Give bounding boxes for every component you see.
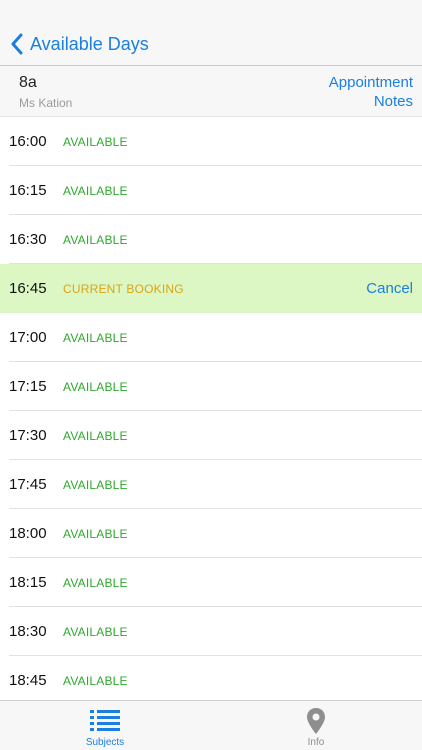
slot-status: CURRENT BOOKING — [63, 281, 184, 296]
list-icon — [90, 707, 120, 735]
slot-time: 18:45 — [9, 672, 47, 689]
time-slot-row[interactable]: 16:45 CURRENT BOOKING Cancel — [0, 264, 422, 313]
time-slot-row[interactable]: 17:45 AVAILABLE — [0, 460, 422, 509]
slot-time: 18:15 — [9, 574, 47, 591]
slot-status: AVAILABLE — [63, 232, 128, 247]
slot-time: 17:45 — [9, 476, 47, 493]
time-slot-row[interactable]: 18:45 AVAILABLE — [0, 656, 422, 700]
appointment-header: 8a Ms Kation Appointment Notes — [0, 66, 422, 117]
appointment-notes-button[interactable]: Appointment Notes — [329, 73, 413, 111]
slot-time: 18:00 — [9, 525, 47, 542]
slot-time: 18:30 — [9, 623, 47, 640]
time-slot-row[interactable]: 16:00 AVAILABLE — [0, 117, 422, 166]
tab-subjects[interactable]: Subjects — [65, 701, 145, 750]
slot-time: 16:00 — [9, 133, 47, 150]
slot-status: AVAILABLE — [63, 624, 128, 639]
appointment-notes-label-line2: Notes — [373, 93, 413, 110]
slot-time: 16:30 — [9, 231, 47, 248]
slot-time: 17:00 — [9, 329, 47, 346]
slot-status: AVAILABLE — [63, 428, 128, 443]
time-slot-row[interactable]: 16:15 AVAILABLE — [0, 166, 422, 215]
time-slot-row[interactable]: 18:00 AVAILABLE — [0, 509, 422, 558]
tab-bar: Subjects Info — [0, 700, 422, 750]
cancel-booking-button[interactable]: Cancel — [366, 280, 413, 297]
chevron-left-icon — [10, 33, 24, 55]
navigation-bar: Available Days — [0, 0, 422, 66]
slot-status: AVAILABLE — [63, 477, 128, 492]
time-slot-list[interactable]: 16:00 AVAILABLE 16:15 AVAILABLE 16:30 AVAILAB… — [0, 117, 422, 700]
slot-time: 17:15 — [9, 378, 47, 395]
class-name: 8a — [19, 74, 37, 91]
time-slot-row[interactable]: 17:30 AVAILABLE — [0, 411, 422, 460]
tab-info-label: Info — [307, 737, 325, 748]
location-pin-icon — [306, 707, 326, 735]
back-button-label: Available Days — [30, 33, 149, 54]
appointment-notes-label-line1: Appointment — [328, 74, 413, 91]
time-slot-row[interactable]: 18:15 AVAILABLE — [0, 558, 422, 607]
teacher-name: Ms Kation — [19, 96, 73, 110]
tab-subjects-label: Subjects — [85, 737, 125, 748]
slot-status: AVAILABLE — [63, 183, 128, 198]
time-slot-row[interactable]: 17:15 AVAILABLE — [0, 362, 422, 411]
slot-status: AVAILABLE — [63, 575, 128, 590]
time-slot-row[interactable]: 17:00 AVAILABLE — [0, 313, 422, 362]
tab-info[interactable]: Info — [276, 701, 356, 750]
time-slot-row[interactable]: 16:30 AVAILABLE — [0, 215, 422, 264]
back-button[interactable]: Available Days — [10, 28, 149, 60]
slot-time: 16:15 — [9, 182, 47, 199]
time-slot-row[interactable]: 18:30 AVAILABLE — [0, 607, 422, 656]
slot-status: AVAILABLE — [63, 673, 128, 688]
app-screen: Available Days 8a Ms Kation Appointment … — [0, 0, 422, 750]
slot-status: AVAILABLE — [63, 379, 128, 394]
slot-status: AVAILABLE — [63, 526, 128, 541]
slot-status: AVAILABLE — [63, 330, 128, 345]
slot-time: 16:45 — [9, 280, 47, 297]
slot-status: AVAILABLE — [63, 134, 128, 149]
slot-time: 17:30 — [9, 427, 47, 444]
